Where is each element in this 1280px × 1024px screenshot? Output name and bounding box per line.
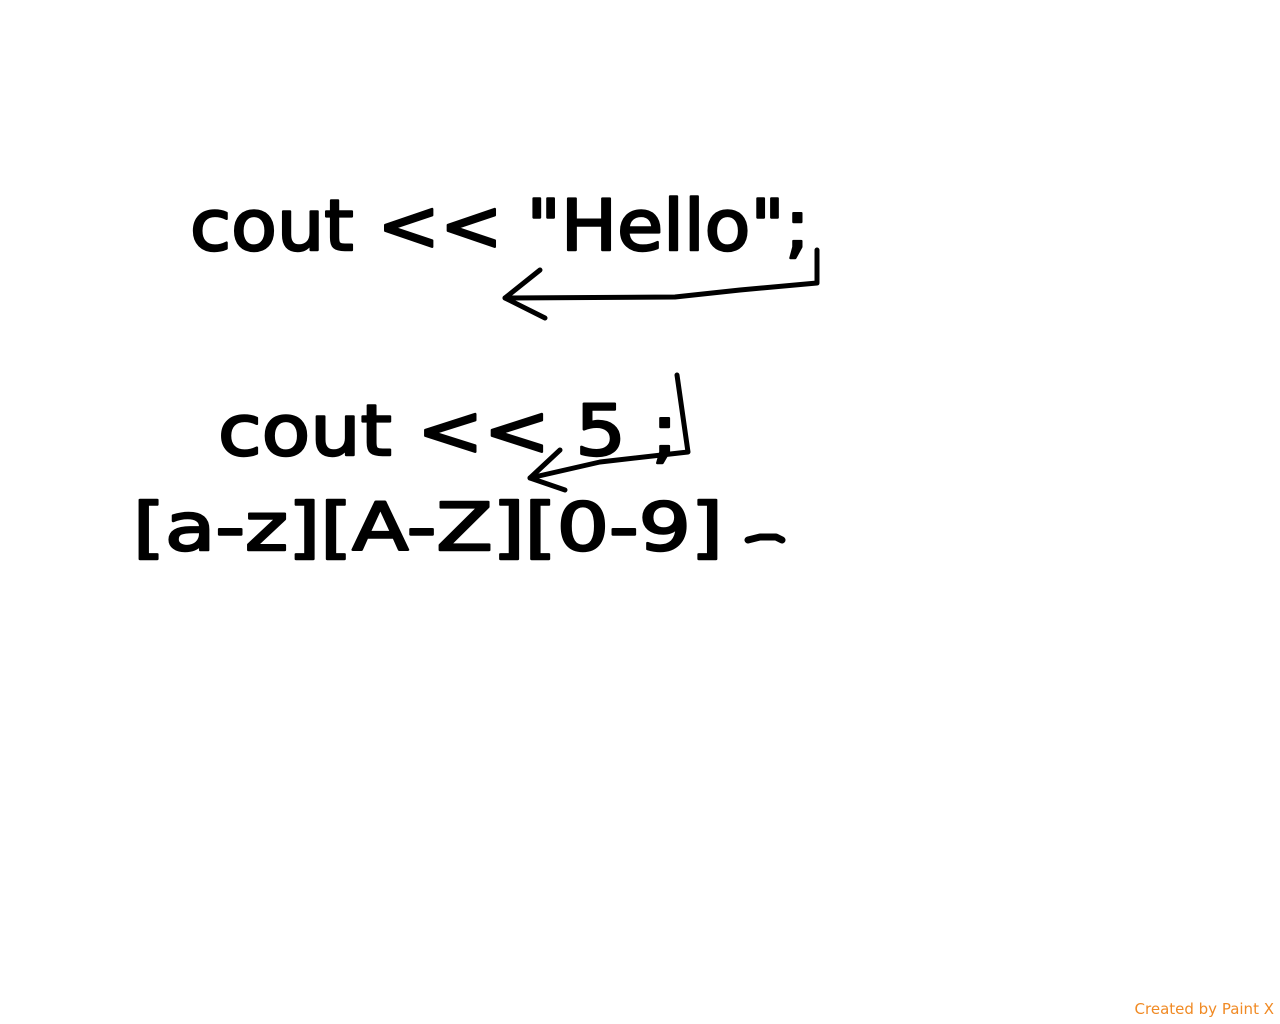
watermark-label: Created by Paint X <box>1134 1000 1274 1018</box>
handwritten-line-1: cout << "Hello"; <box>190 185 810 267</box>
handwritten-drawing: cout << "Hello"; cout << 5 ; [a-z][A-Z][… <box>132 184 820 567</box>
drawing-canvas[interactable]: cout << "Hello"; cout << 5 ; [a-z][A-Z][… <box>0 0 1280 1024</box>
ink-blob <box>744 533 786 544</box>
arrow-1-head <box>502 267 548 321</box>
handwritten-line-3: [a-z][A-Z][0-9] <box>133 489 723 566</box>
